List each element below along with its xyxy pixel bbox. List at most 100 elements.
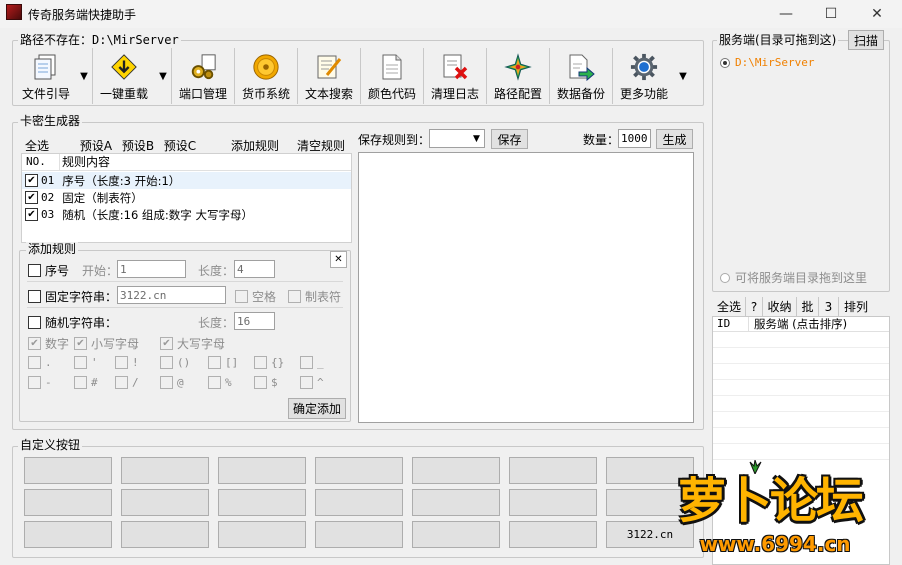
custom-button[interactable] <box>24 489 112 516</box>
symbol-checkbox[interactable] <box>208 376 221 389</box>
fixed-string-option[interactable]: 固定字符串： <box>28 288 117 305</box>
symbol-checkbox[interactable] <box>300 376 313 389</box>
symbol-checkbox[interactable] <box>300 356 313 369</box>
custom-button[interactable] <box>218 521 306 548</box>
add-rule-close-button[interactable]: ✕ <box>330 251 347 268</box>
space-option[interactable]: 空格 <box>235 288 276 305</box>
drop-hint-radio[interactable]: 可将服务端目录拖到这里 <box>720 269 867 286</box>
symbol-option[interactable]: ' <box>74 356 98 369</box>
digits-option[interactable]: ✔ 数字 <box>28 335 69 352</box>
custom-button[interactable] <box>412 489 500 516</box>
symbol-option[interactable]: () <box>160 356 190 369</box>
symbol-checkbox[interactable] <box>74 356 87 369</box>
digits-checkbox[interactable]: ✔ <box>28 337 41 350</box>
maximize-button[interactable]: ☐ <box>808 0 854 28</box>
file-guide-button[interactable]: 文件引导 <box>16 48 76 104</box>
confirm-add-button[interactable]: 确定添加 <box>288 398 346 419</box>
column-id[interactable]: ID <box>713 317 749 331</box>
preset-c-button[interactable]: 预设C <box>161 136 199 154</box>
rules-list[interactable]: NO. 规则内容 ✔ 01 序号（长度:3 开始:1） ✔ 02 固定（制表符）… <box>21 153 352 243</box>
symbol-checkbox[interactable] <box>160 356 173 369</box>
text-search-button[interactable]: 文本搜索 <box>298 48 360 104</box>
symbol-checkbox[interactable] <box>28 376 41 389</box>
rule-row[interactable]: ✔ 02 固定（制表符） <box>22 189 351 206</box>
batch-button[interactable]: 批 <box>797 297 819 316</box>
rule-checkbox[interactable]: ✔ <box>25 191 38 204</box>
file-guide-dropdown-icon[interactable]: ▼ <box>76 48 92 104</box>
start-input[interactable]: 1 <box>117 260 186 278</box>
random-string-option[interactable]: 随机字符串： <box>28 314 117 331</box>
symbol-checkbox[interactable] <box>115 356 128 369</box>
uppercase-option[interactable]: ✔ 大写字母 <box>160 335 225 352</box>
help-button[interactable]: ? <box>746 297 763 316</box>
symbol-option[interactable]: / <box>115 376 139 389</box>
symbol-option[interactable]: ^ <box>300 376 324 389</box>
server-select-all-button[interactable]: 全选 <box>713 297 746 316</box>
custom-button[interactable] <box>24 457 112 484</box>
save-button[interactable]: 保存 <box>491 129 528 149</box>
custom-button[interactable] <box>315 521 403 548</box>
custom-button[interactable] <box>412 457 500 484</box>
lowercase-option[interactable]: ✔ 小写字母 <box>74 335 139 352</box>
rule-checkbox[interactable]: ✔ <box>25 174 38 187</box>
custom-button[interactable] <box>509 521 597 548</box>
custom-button[interactable] <box>315 489 403 516</box>
lowercase-checkbox[interactable]: ✔ <box>74 337 87 350</box>
fixed-string-input[interactable]: 3122.cn <box>117 286 226 304</box>
add-rule-button[interactable]: 添加规则 <box>226 136 284 154</box>
currency-system-button[interactable]: 货币系统 <box>235 48 297 104</box>
custom-button[interactable] <box>218 457 306 484</box>
clear-log-button[interactable]: 清理日志 <box>424 48 486 104</box>
column-rule-content[interactable]: 规则内容 <box>60 154 110 170</box>
random-string-checkbox[interactable] <box>28 316 41 329</box>
rule-row[interactable]: ✔ 01 序号（长度:3 开始:1） <box>22 172 351 189</box>
fixed-string-checkbox[interactable] <box>28 290 41 303</box>
data-backup-button[interactable]: 数据备份 <box>550 48 612 104</box>
custom-button[interactable] <box>509 489 597 516</box>
space-checkbox[interactable] <box>235 290 248 303</box>
serial-option[interactable]: 序号 <box>28 262 69 279</box>
uppercase-checkbox[interactable]: ✔ <box>160 337 173 350</box>
symbol-checkbox[interactable] <box>160 376 173 389</box>
count-input[interactable]: 1000 <box>618 129 651 148</box>
symbol-option[interactable]: - <box>28 376 52 389</box>
rule-row[interactable]: ✔ 03 随机（长度:16 组成:数字 大写字母） <box>22 206 351 223</box>
tab-option[interactable]: 制表符 <box>288 288 341 305</box>
scan-button[interactable]: 扫描 <box>848 30 884 50</box>
server-path-radio[interactable]: D:\MirServer <box>720 56 814 69</box>
save-target-select[interactable]: ▼ <box>429 129 485 148</box>
symbol-checkbox[interactable] <box>74 376 87 389</box>
minimize-button[interactable]: — <box>763 0 809 28</box>
symbol-option[interactable]: @ <box>160 376 184 389</box>
title-bar[interactable]: 传奇服务端快捷助手 — ☐ ✕ <box>0 0 902 28</box>
symbol-option[interactable]: ! <box>115 356 139 369</box>
more-functions-button[interactable]: 更多功能 <box>613 48 675 104</box>
rule-checkbox[interactable]: ✔ <box>25 208 38 221</box>
reload-dropdown-icon[interactable]: ▼ <box>155 48 171 104</box>
symbol-checkbox[interactable] <box>254 356 267 369</box>
symbol-checkbox[interactable] <box>28 356 41 369</box>
collect-button[interactable]: 收纳 <box>763 297 797 316</box>
column-no[interactable]: NO. <box>22 154 60 170</box>
custom-button[interactable] <box>509 457 597 484</box>
custom-button[interactable] <box>121 489 209 516</box>
rules-select-all-button[interactable]: 全选 <box>21 136 53 154</box>
close-button[interactable]: ✕ <box>854 0 900 28</box>
custom-button[interactable] <box>412 521 500 548</box>
symbol-checkbox[interactable] <box>208 356 221 369</box>
symbol-option[interactable]: [] <box>208 356 238 369</box>
path-config-button[interactable]: 路径配置 <box>487 48 549 104</box>
symbol-option[interactable]: % <box>208 376 232 389</box>
serial-checkbox[interactable] <box>28 264 41 277</box>
generate-button[interactable]: 生成 <box>656 129 693 149</box>
three-button[interactable]: 3 <box>819 297 839 316</box>
custom-button[interactable] <box>121 521 209 548</box>
symbol-checkbox[interactable] <box>254 376 267 389</box>
symbol-option[interactable]: . <box>28 356 52 369</box>
custom-button[interactable] <box>218 489 306 516</box>
serial-length-input[interactable]: 4 <box>234 260 275 278</box>
symbol-option[interactable]: {} <box>254 356 284 369</box>
random-length-input[interactable]: 16 <box>234 312 275 330</box>
preset-a-button[interactable]: 预设A <box>77 136 115 154</box>
tab-checkbox[interactable] <box>288 290 301 303</box>
